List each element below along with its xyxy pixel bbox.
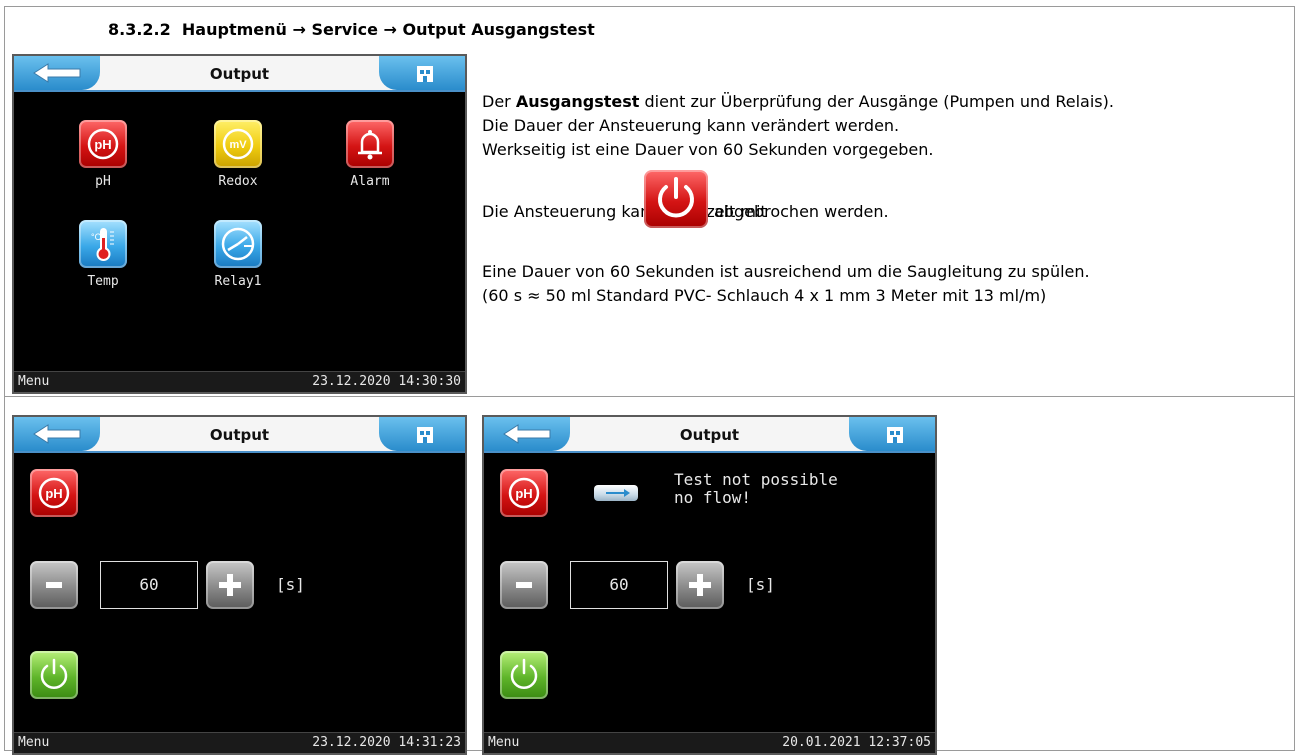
tile-label: Relay1 [214, 274, 262, 289]
description-line1: Der Ausgangstest dient zur Überprüfung d… [482, 92, 1114, 111]
home-button[interactable] [379, 417, 465, 451]
ph-icon-text: pH [45, 486, 62, 501]
tile-alarm[interactable]: Alarm [338, 120, 402, 189]
status-bar: Menu 23.12.2020 14:30:30 [14, 371, 465, 392]
minus-button[interactable] [30, 561, 78, 609]
status-datetime: 23.12.2020 14:31:23 [312, 735, 461, 750]
tile-label: Redox [218, 174, 258, 189]
ph-icon-text: pH [94, 137, 111, 152]
mv-icon: mV [214, 120, 262, 168]
description-line5: Eine Dauer von 60 Sekunden ist ausreiche… [482, 262, 1090, 281]
screen-header: Output [14, 417, 465, 453]
screen-header: Output [14, 56, 465, 92]
description-line6: (60 s ≈ 50 ml Standard PVC- Schlauch 4 x… [482, 286, 1047, 305]
duration-unit: [s] [276, 575, 305, 594]
plus-button[interactable] [676, 561, 724, 609]
arrow-right-icon: → [292, 20, 306, 39]
status-datetime: 20.01.2021 12:37:05 [782, 735, 931, 750]
screen-header: Output [484, 417, 935, 453]
minus-button[interactable] [500, 561, 548, 609]
tile-label: Temp [87, 274, 119, 289]
heading-part2: Service [311, 20, 378, 39]
mv-icon-text: mV [229, 139, 247, 151]
ph-icon-text: pH [515, 486, 532, 501]
arrow-right-icon: → [383, 20, 397, 39]
device-screen-menu: Output pH pH mV Redox Alarm °C Temp Rela… [12, 54, 467, 394]
power-stop-icon [644, 170, 708, 228]
tile-relay1[interactable]: Relay1 [206, 220, 270, 289]
tile-temp[interactable]: °C Temp [71, 220, 135, 289]
duration-value[interactable]: 60 [570, 561, 668, 609]
warning-line1: Test not possible [674, 470, 838, 489]
description-line2: Die Dauer der Ansteuerung kann verändert… [482, 116, 900, 135]
power-start-button[interactable] [500, 651, 548, 699]
ph-icon: pH [79, 120, 127, 168]
description-line3: Werkseitig ist eine Dauer von 60 Sekunde… [482, 140, 934, 159]
duration-value[interactable]: 60 [100, 561, 198, 609]
gauge-icon [214, 220, 262, 268]
tile-label: Alarm [350, 174, 390, 189]
heading-number: 8.3.2.2 [108, 20, 171, 39]
tile-redox[interactable]: mV Redox [206, 120, 270, 189]
status-menu-label[interactable]: Menu [488, 735, 519, 750]
status-bar: Menu 23.12.2020 14:31:23 [14, 732, 465, 753]
device-screen-noflow: Output pH Test not possible no flow! 60 … [482, 415, 937, 755]
status-menu-label[interactable]: Menu [18, 374, 49, 389]
desc-text: dient zur Überprüfung der Ausgänge (Pump… [639, 92, 1114, 111]
flow-icon [594, 485, 638, 501]
device-screen-test: Output pH 60 [s] Menu 23.12.2020 14:31:2… [12, 415, 467, 755]
duration-unit: [s] [746, 575, 775, 594]
status-menu-label[interactable]: Menu [18, 735, 49, 750]
tile-label: pH [95, 174, 111, 189]
warning-line2: no flow! [674, 488, 752, 507]
power-start-button[interactable] [30, 651, 78, 699]
heading-part1: Hauptmenü [181, 20, 287, 39]
status-datetime: 23.12.2020 14:30:30 [312, 374, 461, 389]
ph-icon: pH [500, 469, 548, 517]
section-heading: 8.3.2.2 Hauptmenü → Service → Output Aus… [108, 20, 595, 39]
bell-icon [346, 120, 394, 168]
heading-part3: Output Ausgangstest [402, 20, 595, 39]
desc-bold: Ausgangstest [515, 92, 640, 111]
section-divider [4, 396, 1295, 397]
tile-ph[interactable]: pH pH [71, 120, 135, 189]
status-bar: Menu 20.01.2021 12:37:05 [484, 732, 935, 753]
home-button[interactable] [849, 417, 935, 451]
ph-icon: pH [30, 469, 78, 517]
home-button[interactable] [379, 56, 465, 90]
plus-button[interactable] [206, 561, 254, 609]
desc-text: Der [482, 92, 516, 111]
flow-warning-message: Test not possible no flow! [674, 471, 838, 507]
svg-text:°C: °C [91, 232, 102, 242]
thermometer-icon: °C [79, 220, 127, 268]
description-line4-post: abgebrochen werden. [714, 202, 889, 221]
